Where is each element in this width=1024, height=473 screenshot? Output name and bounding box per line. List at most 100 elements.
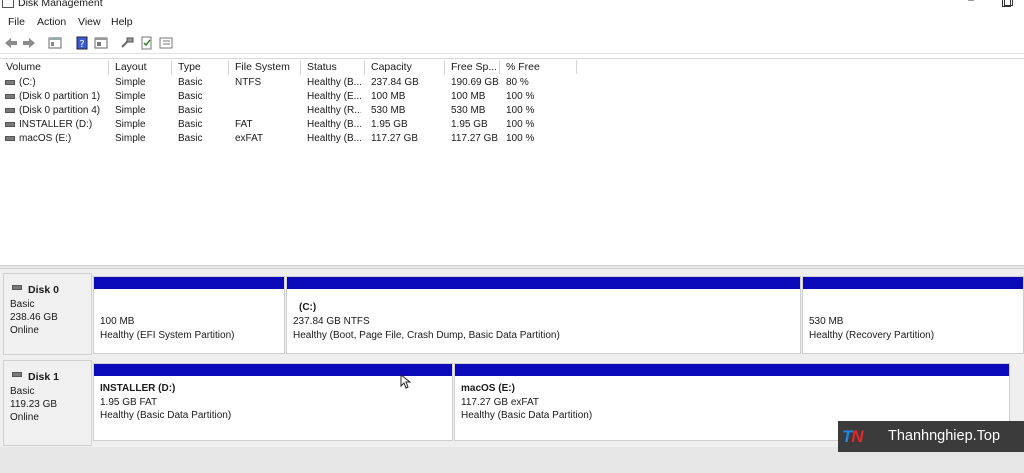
disk-type: Basic [10,299,35,310]
column-header-type[interactable]: Type [172,60,229,74]
menu-action[interactable]: Action [37,16,66,28]
back-icon[interactable] [4,36,18,50]
cell-layout: Simple [115,105,146,116]
table-row[interactable]: (Disk 0 partition 1) Simple Basic Health… [0,90,600,104]
toolbar: ? [0,33,1024,54]
partition-status: Healthy (Boot, Page File, Crash Dump, Ba… [293,330,560,341]
show-pane-icon[interactable] [94,36,108,50]
cell-layout: Simple [115,91,146,102]
disk-0-label[interactable]: Disk 0 Basic 238.46 GB Online [3,273,92,355]
column-header-status[interactable]: Status [301,60,365,74]
mouse-cursor-icon [400,373,412,392]
cell-percent-free: 100 % [506,105,535,116]
volume-icon [5,80,15,85]
partition-status: Healthy (Basic Data Partition) [100,410,232,421]
partition-disk0-efi[interactable]: 100 MB Healthy (EFI System Partition) [93,276,285,354]
forward-icon[interactable] [22,36,36,50]
column-header-capacity[interactable]: Capacity [365,60,445,74]
partition-bar [94,277,284,289]
cell-percent-free: 100 % [506,133,535,144]
menu-bar: File Action View Help [0,14,1024,32]
partition-label: (C:) [299,302,317,313]
cell-type: Basic [178,133,203,144]
cell-free-space: 117.27 GB [451,133,499,144]
partition-label: INSTALLER (D:) [100,383,176,394]
cell-volume: INSTALLER (D:) [19,119,93,130]
partition-disk1-installer[interactable]: INSTALLER (D:) 1.95 GB FAT Healthy (Basi… [93,363,453,441]
menu-help[interactable]: Help [111,16,133,28]
partition-bar [803,277,1023,289]
partition-status: Healthy (Basic Data Partition) [461,410,593,421]
column-header-free-space[interactable]: Free Sp... [445,60,500,74]
table-row[interactable]: INSTALLER (D:) Simple Basic FAT Healthy … [0,118,600,132]
partition-disk0-recovery[interactable]: 530 MB Healthy (Recovery Partition) [802,276,1024,354]
watermark-logo: TN [842,427,864,446]
cell-status: Healthy (R... [307,105,361,116]
disk-1-label[interactable]: Disk 1 Basic 119.23 GB Online [3,360,92,446]
disk-size: 119.23 GB [10,399,58,410]
disk-type: Basic [10,386,35,397]
help-icon[interactable]: ? [75,36,89,50]
restore-button[interactable] [1002,0,1013,7]
volume-icon [5,94,15,99]
partition-status: Healthy (Recovery Partition) [809,330,935,341]
column-header-volume[interactable]: Volume [0,60,109,74]
disk-icon [12,285,22,290]
cell-type: Basic [178,77,203,88]
partition-label: macOS (E:) [461,383,515,394]
table-row[interactable]: (C:) Simple Basic NTFS Healthy (B... 237… [0,76,600,90]
watermark-text: Thanhnghiep.Top [888,428,1001,444]
cell-status: Healthy (B... [307,119,361,130]
cell-percent-free: 80 % [506,77,529,88]
cell-volume: (C:) [19,77,36,88]
disk-icon [12,372,22,377]
cell-status: Healthy (B... [307,77,361,88]
cell-capacity: 117.27 GB [371,133,419,144]
cell-file-system: NTFS [235,77,262,88]
partition-bar [455,364,1009,376]
minimize-button[interactable]: – [964,0,978,8]
watermark: TN Thanhnghiep.Top [838,421,1024,452]
cell-capacity: 1.95 GB [371,119,408,130]
partition-size: 117.27 GB exFAT [461,397,540,408]
cell-type: Basic [178,105,203,116]
properties-icon[interactable] [48,36,62,50]
partition-disk0-c[interactable]: (C:) 237.84 GB NTFS Healthy (Boot, Page … [286,276,801,354]
cell-layout: Simple [115,133,146,144]
cell-status: Healthy (B... [307,133,361,144]
cell-percent-free: 100 % [506,119,535,130]
partition-bar [287,277,800,289]
cell-type: Basic [178,119,203,130]
window-title: Disk Management [18,0,103,9]
volume-icon [5,122,15,127]
svg-text:?: ? [79,39,84,50]
table-row[interactable]: (Disk 0 partition 4) Simple Basic Health… [0,104,600,118]
partition-bar [94,364,452,376]
table-row[interactable]: macOS (E:) Simple Basic exFAT Healthy (B… [0,132,600,146]
partition-size: 237.84 GB NTFS [293,316,370,327]
cell-capacity: 530 MB [371,105,406,116]
column-header-file-system[interactable]: File System [229,60,301,74]
cell-volume: macOS (E:) [19,133,72,144]
list-icon[interactable] [159,36,173,50]
volume-list: Volume Layout Type File System Status Ca… [0,58,1024,266]
check-icon[interactable] [140,36,154,50]
menu-view[interactable]: View [78,16,101,28]
cell-status: Healthy (E... [307,91,361,102]
disk-status: Online [10,412,39,423]
partition-size: 100 MB [100,316,135,327]
column-header-layout[interactable]: Layout [109,60,172,74]
menu-file[interactable]: File [8,16,25,28]
disk-size: 238.46 GB [10,312,58,323]
cell-type: Basic [178,91,203,102]
cell-capacity: 237.84 GB [371,77,419,88]
cell-volume: (Disk 0 partition 4) [19,105,101,116]
cell-layout: Simple [115,77,146,88]
cell-free-space: 1.95 GB [451,119,488,130]
column-header-percent-free[interactable]: % Free [500,60,577,74]
cell-free-space: 190.69 GB [451,77,499,88]
connect-icon[interactable] [120,36,134,50]
volume-icon [5,108,15,113]
cell-file-system: FAT [235,119,253,130]
cell-free-space: 100 MB [451,91,486,102]
